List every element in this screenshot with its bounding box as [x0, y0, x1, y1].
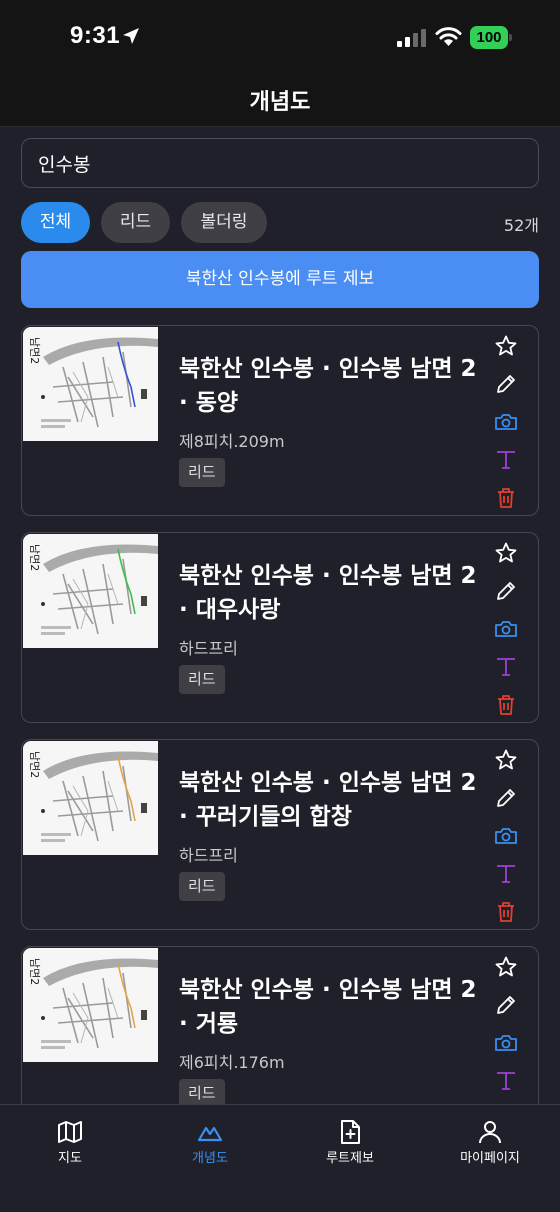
- wifi-icon: [435, 27, 462, 46]
- text-icon: [494, 865, 518, 890]
- route-subtitle: 하드프리: [179, 639, 238, 658]
- page-title: 개념도: [249, 90, 311, 115]
- camera-icon: [494, 414, 518, 438]
- route-card[interactable]: 남면2 북한산 인수봉 · 인수봉 남면 2 · 동양 제8피치.209m 리드: [21, 325, 539, 516]
- text-button[interactable]: [494, 1069, 518, 1093]
- camera-button[interactable]: [494, 1031, 518, 1055]
- pencil-button[interactable]: [494, 579, 518, 603]
- filter-chip-all[interactable]: 전체: [21, 202, 90, 243]
- star-button[interactable]: [494, 541, 518, 565]
- text-icon: [494, 451, 518, 476]
- file-plus-icon: [341, 1120, 360, 1144]
- pencil-icon: [494, 582, 518, 607]
- user-icon: [479, 1121, 501, 1144]
- camera-button[interactable]: [494, 824, 518, 848]
- star-button[interactable]: [494, 748, 518, 772]
- star-icon: [494, 749, 518, 776]
- tab-map[interactable]: 지도: [0, 1105, 140, 1175]
- tab-route-report[interactable]: 루트제보: [280, 1105, 420, 1175]
- trash-icon: [494, 695, 518, 721]
- status-time: 9:31: [70, 22, 121, 49]
- camera-button[interactable]: [494, 410, 518, 434]
- tab-my-page[interactable]: 마이페이지: [420, 1105, 560, 1175]
- pencil-icon: [494, 996, 518, 1021]
- route-thumbnail[interactable]: 남면2: [23, 534, 158, 648]
- route-subtitle: 제6피치.176m: [179, 1053, 285, 1072]
- cellular-signal-icon: [397, 29, 426, 47]
- star-button[interactable]: [494, 955, 518, 979]
- location-arrow-icon: [123, 28, 139, 44]
- map-icon: [58, 1121, 82, 1143]
- trash-icon: [494, 488, 518, 514]
- status-bar: 9:31 100: [0, 0, 560, 76]
- route-title: 북한산 인수봉 · 인수봉 남면 2 · 동양: [179, 356, 477, 416]
- route-title: 북한산 인수봉 · 인수봉 남면 2 · 대우사랑: [179, 563, 477, 623]
- route-type-badge: 리드: [179, 665, 225, 694]
- text-icon: [494, 1072, 518, 1097]
- camera-icon: [494, 828, 518, 852]
- route-thumbnail[interactable]: 남면2: [23, 948, 158, 1062]
- route-card[interactable]: 남면2 북한산 인수봉 · 인수봉 남면 2 · 꾸러기들의 합창 하드프리 리…: [21, 739, 539, 930]
- route-card[interactable]: 남면2 북한산 인수봉 · 인수봉 남면 2 · 대우사랑 하드프리 리드: [21, 532, 539, 723]
- battery-level: 100: [470, 26, 508, 49]
- filter-chip-bouldering[interactable]: 볼더링: [181, 202, 267, 243]
- route-type-badge: 리드: [179, 872, 225, 901]
- trash-button[interactable]: [494, 486, 518, 510]
- route-title: 북한산 인수봉 · 인수봉 남면 2 · 거룡: [179, 977, 477, 1037]
- pencil-icon: [494, 375, 518, 400]
- star-icon: [494, 335, 518, 362]
- tab-label-concept-map: 개념도: [192, 1151, 228, 1166]
- pencil-button[interactable]: [494, 993, 518, 1017]
- trash-icon: [494, 902, 518, 928]
- report-route-button[interactable]: 북한산 인수봉에 루트 제보: [21, 251, 539, 308]
- trash-button[interactable]: [494, 900, 518, 924]
- text-button[interactable]: [494, 448, 518, 472]
- route-subtitle: 제8피치.209m: [179, 432, 285, 451]
- star-button[interactable]: [494, 334, 518, 358]
- tab-label-route-report: 루트제보: [326, 1151, 374, 1166]
- tab-concept-map[interactable]: 개념도: [140, 1105, 280, 1175]
- svg-text:남면2: 남면2: [28, 544, 41, 571]
- text-button[interactable]: [494, 655, 518, 679]
- tab-label-my-page: 마이페이지: [460, 1151, 520, 1166]
- mountain-icon: [197, 1126, 223, 1142]
- camera-button[interactable]: [494, 617, 518, 641]
- svg-text:남면2: 남면2: [28, 337, 41, 364]
- route-title: 북한산 인수봉 · 인수봉 남면 2 · 꾸러기들의 합창: [179, 770, 477, 830]
- trash-button[interactable]: [494, 693, 518, 717]
- bottom-tab-bar: 지도 개념도 루트제보 마이페이지: [0, 1104, 560, 1212]
- tab-label-map: 지도: [58, 1151, 82, 1166]
- route-thumbnail[interactable]: 남면2: [23, 327, 158, 441]
- text-button[interactable]: [494, 862, 518, 886]
- route-type-badge: 리드: [179, 458, 225, 487]
- route-subtitle: 하드프리: [179, 846, 238, 865]
- battery-indicator: 100: [470, 26, 512, 49]
- pencil-button[interactable]: [494, 786, 518, 810]
- text-icon: [494, 658, 518, 683]
- star-icon: [494, 956, 518, 983]
- camera-icon: [494, 1035, 518, 1059]
- app-header: 개념도: [0, 76, 560, 127]
- filter-chip-lead[interactable]: 리드: [101, 202, 170, 243]
- result-count: 52개: [503, 216, 539, 235]
- pencil-icon: [494, 789, 518, 814]
- star-icon: [494, 542, 518, 569]
- pencil-button[interactable]: [494, 372, 518, 396]
- svg-text:남면2: 남면2: [28, 958, 41, 985]
- search-box: [21, 138, 539, 188]
- route-thumbnail[interactable]: 남면2: [23, 741, 158, 855]
- camera-icon: [494, 621, 518, 645]
- search-input[interactable]: [38, 139, 518, 187]
- svg-text:남면2: 남면2: [28, 751, 41, 778]
